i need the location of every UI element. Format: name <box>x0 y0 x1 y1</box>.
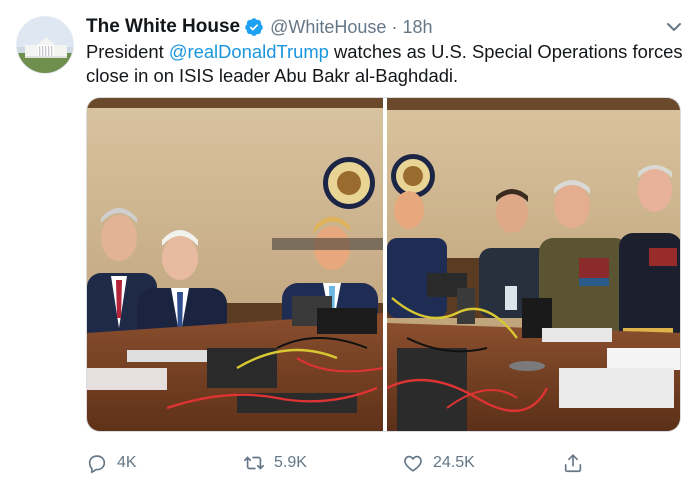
tweet-header: The White House @WhiteHouse · 18h <box>86 14 680 40</box>
author-name[interactable]: The White House <box>86 16 240 38</box>
verified-badge-icon <box>244 17 264 37</box>
mention-link[interactable]: @realDonaldTrump <box>169 41 329 62</box>
tweet-actions: 4K 5.9K 24.5K <box>86 450 586 476</box>
author-handle[interactable]: @WhiteHouse <box>270 17 386 38</box>
like-button[interactable]: 24.5K <box>402 450 475 476</box>
separator-dot: · <box>391 16 398 37</box>
chevron-down-icon[interactable] <box>666 20 682 32</box>
retweet-count: 5.9K <box>274 454 307 471</box>
reply-count: 4K <box>117 454 137 471</box>
retweet-icon <box>244 456 264 470</box>
tweet-media[interactable] <box>86 97 681 432</box>
tweet-timestamp[interactable]: 18h <box>402 17 432 38</box>
avatar[interactable] <box>16 16 74 74</box>
tweet-text-prefix: President <box>86 41 169 62</box>
white-house-avatar <box>17 17 73 73</box>
share-icon <box>564 454 582 473</box>
like-count: 24.5K <box>433 454 475 471</box>
reply-button[interactable]: 4K <box>86 450 137 476</box>
photo-situation-room-right[interactable] <box>387 98 680 431</box>
tweet-text: President @realDonaldTrump watches as U.… <box>86 40 686 88</box>
share-button[interactable] <box>562 450 593 476</box>
tweet-card[interactable]: The White House @WhiteHouse · 18h Presid… <box>0 0 700 488</box>
retweet-button[interactable]: 5.9K <box>243 450 307 476</box>
like-icon <box>404 455 422 472</box>
photo-situation-room-left[interactable] <box>87 98 383 431</box>
reply-icon <box>88 455 106 474</box>
